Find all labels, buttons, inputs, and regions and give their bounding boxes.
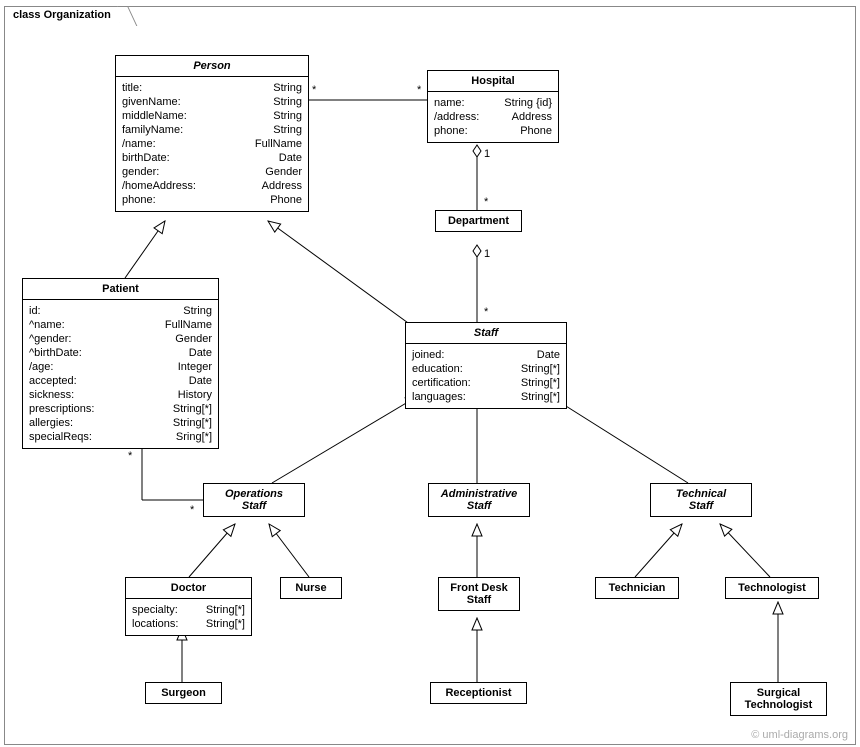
mult: 1 <box>484 248 490 260</box>
class-nurse: Nurse <box>280 577 342 599</box>
watermark: © uml-diagrams.org <box>751 729 848 741</box>
mult: * <box>417 84 421 96</box>
mult: * <box>128 450 132 462</box>
class-technician: Technician <box>595 577 679 599</box>
class-administrative-staff: AdministrativeStaff <box>428 483 530 517</box>
frame-title: class Organization <box>4 6 120 23</box>
class-doctor: Doctor specialty:String[*]locations:Stri… <box>125 577 252 636</box>
mult: * <box>484 196 488 208</box>
class-staff: Staff joined:Dateeducation:String[*]cert… <box>405 322 567 409</box>
class-technologist: Technologist <box>725 577 819 599</box>
class-receptionist: Receptionist <box>430 682 527 704</box>
class-surgical-technologist: SurgicalTechnologist <box>730 682 827 716</box>
mult: 1 <box>484 148 490 160</box>
class-hospital: Hospital name:String {id}/address:Addres… <box>427 70 559 143</box>
class-technical-staff: TechnicalStaff <box>650 483 752 517</box>
class-person: Person title:StringgivenName:Stringmiddl… <box>115 55 309 212</box>
class-surgeon: Surgeon <box>145 682 222 704</box>
mult: * <box>312 84 316 96</box>
class-department: Department <box>435 210 522 232</box>
class-patient: Patient id:String^name:FullName^gender:G… <box>22 278 219 449</box>
class-front-desk-staff: Front DeskStaff <box>438 577 520 611</box>
mult: * <box>484 306 488 318</box>
class-operations-staff: OperationsStaff <box>203 483 305 517</box>
mult: * <box>190 504 194 516</box>
